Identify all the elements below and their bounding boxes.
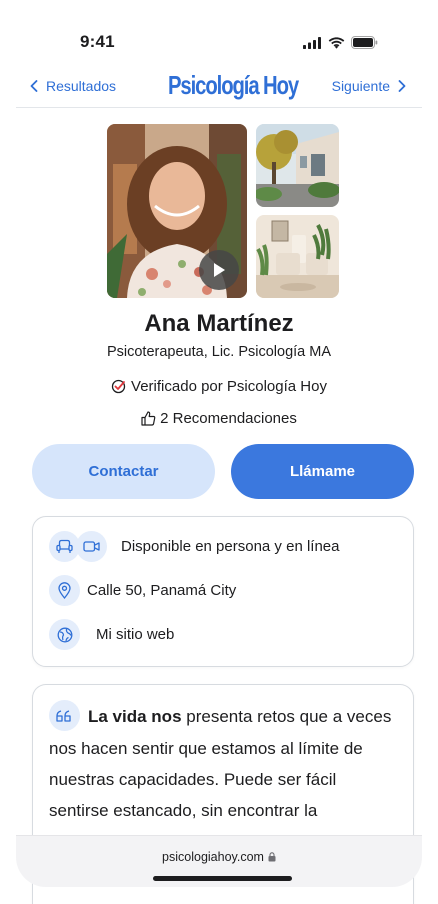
cellular-signal-icon <box>303 36 321 49</box>
contact-button[interactable]: Contactar <box>32 444 215 499</box>
status-bar: 9:41 <box>0 0 438 64</box>
location-icon-wrap <box>49 575 80 606</box>
office-photo-exterior[interactable] <box>256 124 339 207</box>
back-to-results-link[interactable]: Resultados <box>30 78 116 94</box>
website-icon-wrap <box>49 619 80 650</box>
website-link[interactable]: Mi sitio web <box>96 626 174 643</box>
armchair-icon <box>56 539 73 553</box>
address-text: Calle 50, Panamá City <box>87 582 237 599</box>
nav-bar: Resultados Psicología Hoy Siguiente <box>16 64 422 108</box>
thumbs-up-icon <box>141 411 156 426</box>
next-profile-link[interactable]: Siguiente <box>332 78 406 94</box>
battery-icon <box>351 36 378 49</box>
recommendations-text: 2 Recomendaciones <box>160 410 297 427</box>
next-label: Siguiente <box>331 78 390 94</box>
site-logo[interactable]: Psicología Hoy <box>168 70 299 101</box>
office-interior-image <box>256 215 339 298</box>
office-photo-interior[interactable] <box>256 215 339 298</box>
quote-icon-wrap <box>49 700 80 732</box>
profile-video-thumbnail[interactable] <box>107 124 247 298</box>
recommendations[interactable]: 2 Recomendaciones <box>0 410 438 427</box>
status-time: 9:41 <box>80 32 115 51</box>
browser-bottom-bar: psicologiahoy.com <box>16 835 422 887</box>
online-icon-wrap <box>76 531 107 562</box>
therapist-name: Ana Martínez <box>144 310 294 337</box>
back-label: Resultados <box>46 78 117 94</box>
verified-text: Verificado por Psicología Hoy <box>131 378 327 395</box>
availability-row: Disponible en persona y en línea <box>49 531 339 562</box>
about-text: La vida nos presenta retos que a veces n… <box>49 700 395 826</box>
url-text: psicologiahoy.com <box>162 850 264 864</box>
call-me-button[interactable]: Llámame <box>231 444 414 499</box>
address-row[interactable]: Calle 50, Panamá City <box>49 575 236 606</box>
status-icons <box>303 36 378 49</box>
website-row[interactable]: Mi sitio web <box>49 619 174 650</box>
location-pin-icon <box>58 582 71 599</box>
wifi-icon <box>328 36 345 49</box>
video-camera-icon <box>83 541 100 552</box>
practice-info-card: Disponible en persona y en línea Calle 5… <box>32 516 414 667</box>
home-indicator[interactable] <box>153 876 292 881</box>
play-icon <box>214 263 225 277</box>
chevron-left-icon <box>30 80 38 92</box>
quote-icon <box>56 709 71 722</box>
about-lead: La vida nos <box>88 707 182 726</box>
availability-text: Disponible en persona y en línea <box>121 538 340 555</box>
chevron-right-icon <box>398 80 406 92</box>
play-video-button[interactable] <box>199 250 239 290</box>
verified-badge[interactable]: Verificado por Psicología Hoy <box>0 378 438 395</box>
office-exterior-image <box>256 124 339 207</box>
globe-icon <box>57 627 72 642</box>
verified-check-icon <box>111 379 126 394</box>
therapist-credentials: Psicoterapeuta, Lic. Psicología MA <box>106 344 332 360</box>
lock-icon <box>268 852 276 862</box>
url-bar[interactable]: psicologiahoy.com <box>16 850 422 864</box>
